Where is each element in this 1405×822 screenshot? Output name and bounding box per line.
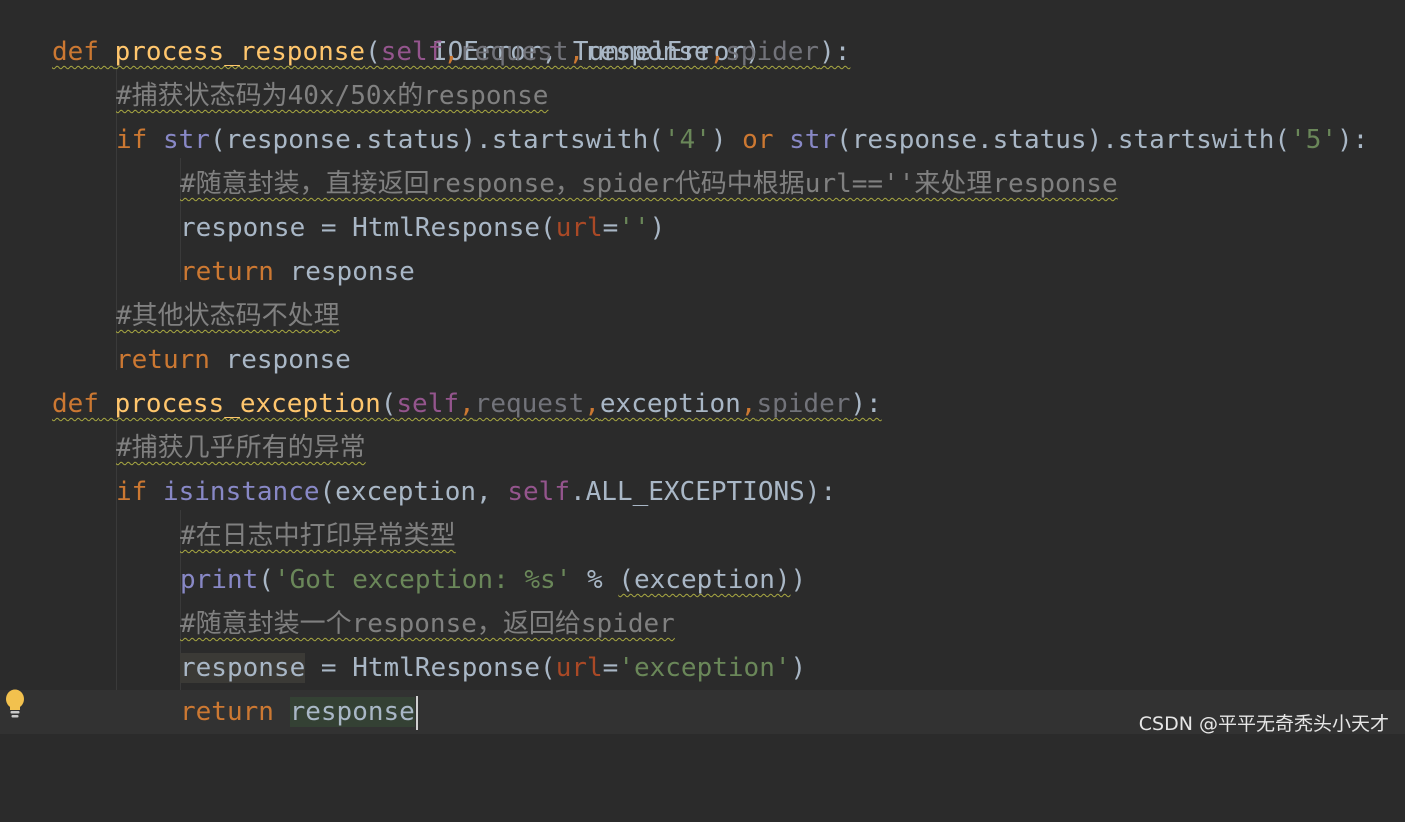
code-line[interactable]: #随意封装一个response，返回给spider [0, 602, 1405, 646]
code-line[interactable]: print('Got exception: %s' % (exception)) [0, 558, 1405, 602]
code-token: response [289, 257, 415, 287]
self-param: self [507, 477, 570, 507]
code-line[interactable]: #其他状态码不处理 [0, 294, 1405, 338]
variable-usage-highlight: response [180, 653, 306, 683]
param-spider: spider [725, 37, 820, 67]
code-editor[interactable]: IOError, TunnelError) def process_respon… [0, 0, 1405, 744]
code-line[interactable]: def process_exception(self,request,excep… [0, 382, 1405, 426]
self-param: self [396, 389, 460, 419]
keyword-or: or [742, 125, 774, 155]
comment: #随意封装一个response，返回给spider [180, 609, 675, 639]
comment: #捕获几乎所有的异常 [116, 433, 366, 463]
string-literal: '4' [663, 125, 711, 155]
builtin-str: str [789, 125, 837, 155]
code-token: , [568, 37, 585, 67]
self-param: self [380, 37, 444, 67]
code-line[interactable]: #捕获状态码为40x/50x的response [0, 74, 1405, 118]
code-line[interactable]: response = HtmlResponse(url='exception') [0, 646, 1405, 690]
code-token: ( [380, 389, 397, 419]
code-token: ): [819, 37, 851, 67]
keyword-def: def [52, 389, 99, 419]
keyword-return: return [116, 345, 210, 375]
comment: #随意封装，直接返回response，spider代码中根据url==''来处理… [180, 169, 1118, 199]
code-token: = [602, 213, 619, 243]
string-literal: 'Got exception: %s' [273, 565, 572, 595]
function-name: process_exception [114, 389, 381, 419]
code-token: ( [365, 37, 381, 67]
function-name: process_response [114, 37, 366, 67]
code-token: ): [850, 389, 882, 419]
builtin-isinstance: isinstance [162, 477, 320, 507]
code-line[interactable]: return response [0, 250, 1405, 294]
string-literal: '5' [1290, 125, 1338, 155]
code-token: (response.status).startswith( [836, 125, 1291, 155]
builtin-print: print [180, 565, 259, 595]
code-token: ): [1337, 125, 1369, 155]
code-token: ( [258, 565, 274, 595]
code-token: ) [710, 125, 727, 155]
code-line[interactable]: if str(response.status).startswith('4') … [0, 118, 1405, 162]
comment: #在日志中打印异常类型 [180, 521, 456, 551]
comment: #捕获状态码为40x/50x的response [116, 81, 549, 111]
code-token: , [584, 389, 600, 419]
code-line[interactable]: return response [0, 338, 1405, 382]
keyword-if: if [116, 477, 148, 507]
code-token: = HtmlResponse( [305, 653, 556, 683]
code-line[interactable]: IOError, TunnelError) [0, 0, 1405, 67]
code-token: (exception) [618, 565, 791, 595]
string-literal: '' [618, 213, 650, 243]
param-request: request [474, 389, 585, 419]
code-token: = [602, 653, 619, 683]
keyword-def: def [52, 37, 99, 67]
code-token: response [225, 345, 351, 375]
code-token: ) [790, 653, 807, 683]
code-line[interactable]: #在日志中打印异常类型 [0, 514, 1405, 558]
code-token: , [443, 37, 460, 67]
param-response: response [584, 37, 710, 67]
param-request: request [459, 37, 569, 67]
code-line[interactable]: #捕获几乎所有的异常 [0, 426, 1405, 470]
keyword-if: if [116, 125, 148, 155]
param-spider: spider [756, 389, 851, 419]
param-exception: exception [599, 389, 741, 419]
code-token: , [740, 389, 757, 419]
code-token: (response.status).startswith( [209, 125, 664, 155]
keyword-return: return [180, 697, 274, 727]
code-token: response = HtmlResponse( [180, 213, 556, 243]
kwarg-url: url [555, 653, 603, 683]
keyword-return: return [180, 257, 274, 287]
lightbulb-icon[interactable] [4, 688, 26, 720]
code-token: , [459, 389, 475, 419]
code-line[interactable]: if isinstance(exception, self.ALL_EXCEPT… [0, 470, 1405, 514]
code-token: % [571, 565, 619, 595]
comment: #其他状态码不处理 [116, 301, 340, 331]
code-token: ) [790, 565, 807, 595]
builtin-str: str [162, 125, 210, 155]
text-cursor [415, 695, 418, 730]
watermark: CSDN @平平无奇秃头小天才 [1138, 713, 1389, 735]
kwarg-url: url [555, 213, 603, 243]
code-token: (exception, [319, 477, 508, 507]
string-literal: 'exception' [618, 653, 791, 683]
code-token: , [709, 37, 726, 67]
code-line[interactable]: #随意封装，直接返回response，spider代码中根据url==''来处理… [0, 162, 1405, 206]
code-token: ) [649, 213, 666, 243]
variable-usage-highlight: response [289, 697, 415, 727]
code-line[interactable]: response = HtmlResponse(url='') [0, 206, 1405, 250]
code-token: .ALL_EXCEPTIONS): [569, 477, 837, 507]
code-line[interactable]: def process_response(self,request,respon… [0, 30, 1405, 74]
